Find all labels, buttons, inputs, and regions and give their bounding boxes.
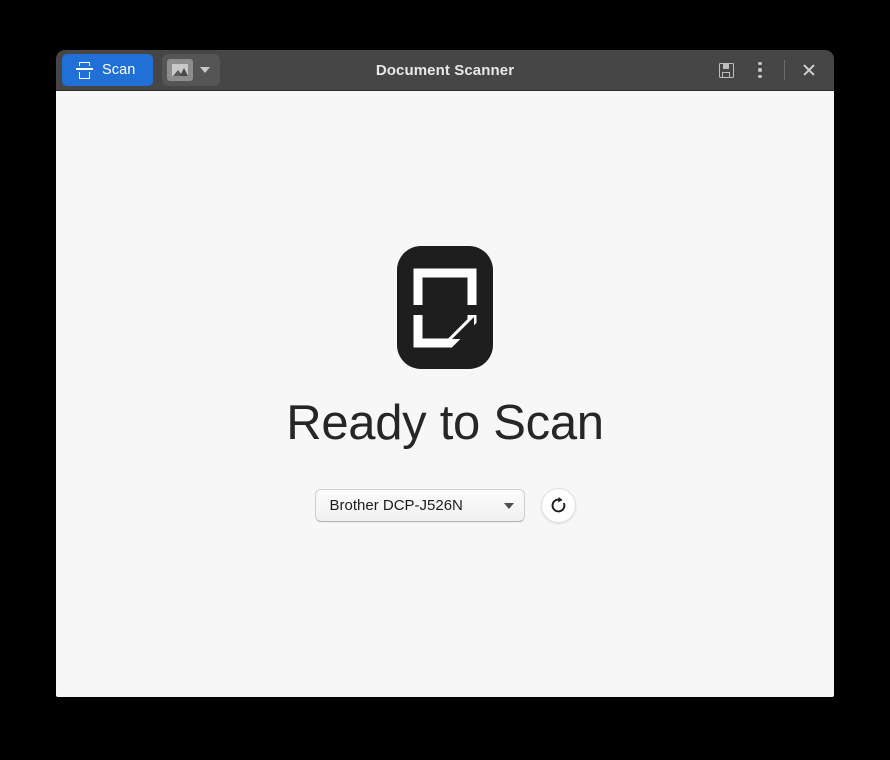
refresh-devices-button[interactable] [540,488,576,523]
titlebar-right-controls [709,50,834,90]
titlebar: Scan Document Scanner [56,50,834,91]
document-page-icon-wrapper [396,245,494,375]
refresh-icon [551,496,565,513]
scan-mode-image-button[interactable] [167,59,194,81]
save-floppy-icon [718,62,734,78]
main-content-area: Ready to Scan Brother DCP-J526N [56,91,834,697]
image-icon [172,64,189,76]
close-x-icon [802,63,816,77]
document-page-icon [397,246,493,369]
scan-button-label: Scan [102,62,136,78]
scanner-icon [76,61,93,79]
screen-root: Scan Document Scanner Ready to Scan Brot… [0,0,890,760]
scan-mode-dropdown-button[interactable] [195,59,215,81]
close-window-button[interactable] [792,54,826,86]
scanner-device-dropdown[interactable]: Brother DCP-J526N [314,489,525,522]
three-dots-vertical-icon [758,61,762,79]
titlebar-left-controls: Scan [56,50,221,90]
save-button[interactable] [709,54,743,86]
titlebar-separator [784,60,785,80]
chevron-down-icon [200,67,211,73]
application-window: Scan Document Scanner Ready to Scan Brot… [56,50,834,697]
scan-button[interactable]: Scan [62,54,154,86]
device-selection-row: Brother DCP-J526N [314,488,576,523]
scanner-device-name: Brother DCP-J526N [329,497,463,514]
main-menu-button[interactable] [743,54,777,86]
scan-mode-group [162,54,221,86]
status-title: Ready to Scan [286,396,604,450]
chevron-down-icon [503,502,514,509]
